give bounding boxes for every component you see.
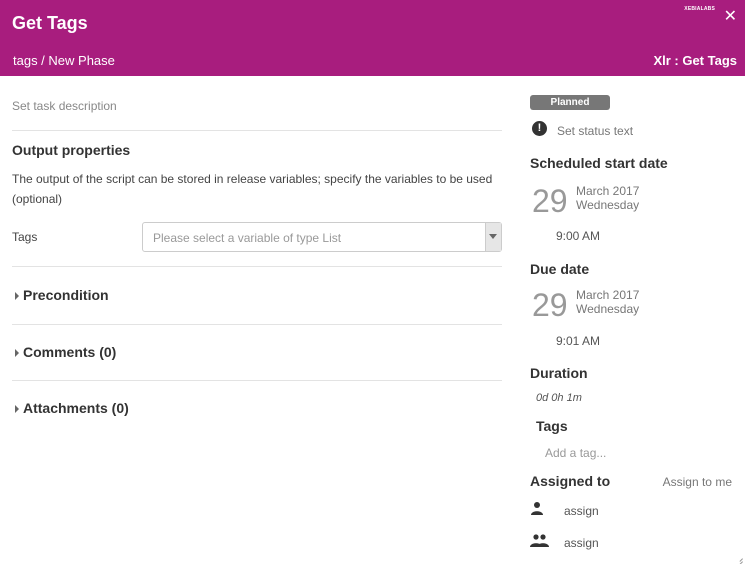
scheduled-start-time[interactable]: 9:00 AM [556,229,600,243]
chevron-right-icon [15,292,19,300]
due-date-day[interactable]: 29 [532,289,568,321]
attachments-label: Attachments (0) [23,400,129,416]
exclamation-icon: ! [532,121,547,136]
scheduled-start-day[interactable]: 29 [532,185,568,217]
due-date-label: Due date [530,261,590,277]
task-sidebar: Planned ! Set status text Scheduled star… [530,76,740,564]
assign-user-field[interactable]: assign [564,504,599,518]
divider [12,130,502,131]
divider [12,380,502,381]
chevron-right-icon [15,405,19,413]
status-badge: Planned [530,95,610,110]
output-properties-title: Output properties [12,142,131,158]
status-text-field[interactable]: Set status text [557,124,633,138]
resize-handle[interactable] [735,554,743,562]
xebialabs-logo: XEBIALABS [684,6,715,12]
duration-label: Duration [530,365,588,381]
close-icon[interactable]: ✕ [724,9,737,25]
breadcrumb: tags / New Phase [13,53,115,68]
select-placeholder: Please select a variable of type List [153,231,342,245]
scheduled-start-month[interactable]: March 2017 [576,184,639,198]
due-date-weekday: Wednesday [576,302,640,316]
tags-label: Tags [12,230,38,244]
comments-label: Comments (0) [23,344,117,360]
modal-header: Get Tags tags / New Phase Xlr : Get Tags… [0,0,745,76]
due-date-month[interactable]: March 2017 [576,288,639,302]
user-icon [530,501,544,518]
add-tag-input[interactable]: Add a tag... [545,446,606,460]
task-title[interactable]: Get Tags [12,13,88,34]
divider [12,324,502,325]
due-date-time[interactable]: 9:01 AM [556,334,600,348]
users-icon [530,533,550,550]
output-properties-help: The output of the script can be stored i… [12,172,493,206]
chevron-right-icon [15,349,19,357]
scheduled-start-label: Scheduled start date [530,155,668,171]
caret-down-icon [489,234,497,239]
task-description-field[interactable]: Set task description [12,99,117,113]
tags-variable-select[interactable]: Please select a variable of type List [142,222,502,252]
task-reference: Xlr : Get Tags [653,53,737,68]
precondition-label: Precondition [23,287,109,303]
scheduled-start-weekday: Wednesday [576,198,640,212]
duration-value[interactable]: 0d 0h 1m [536,392,582,404]
assign-to-me-link[interactable]: Assign to me [663,475,732,489]
assigned-to-label: Assigned to [530,473,611,489]
tags-label: Tags [536,418,568,434]
divider [12,266,502,267]
assign-team-field[interactable]: assign [564,536,599,550]
select-toggle[interactable] [485,223,501,251]
